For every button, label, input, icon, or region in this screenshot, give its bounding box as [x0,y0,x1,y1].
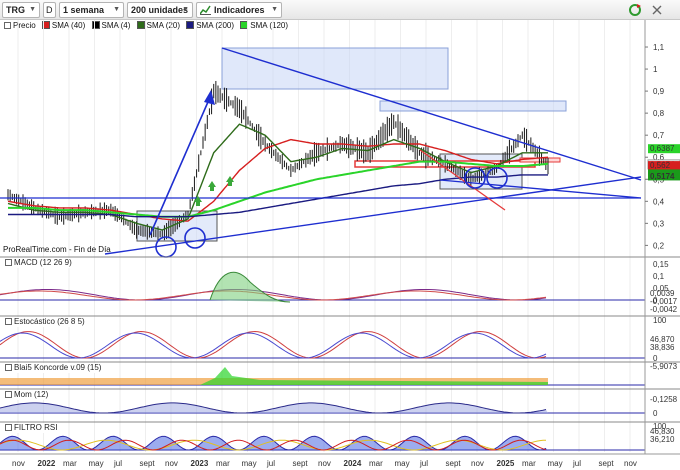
indicator-panels: 0,150,10,0500,0039-0,0017-0,0042100046,8… [0,256,680,451]
price-tick-label: 0,9 [653,87,665,96]
checkbox-icon[interactable] [5,318,12,325]
time-tick-label: sept [599,459,615,468]
macd-panel-title: MACD (12 26 9) [2,258,74,268]
price-tick-label: 0,2 [653,241,665,250]
chevron-down-icon: ▼ [113,6,120,13]
blai5-panel-title: Blai5 Koncorde v.09 (15) [2,363,104,373]
daily-button-label: D [46,5,53,15]
indicators-icon [200,5,211,15]
units-label: 200 unidades [131,5,189,15]
time-tick-label: 2023 [191,459,209,468]
koncorde-green [200,367,548,385]
time-tick-label: mar [63,459,77,468]
panel-tick-label: 0,1 [653,272,665,281]
time-tick-label: mar [522,459,536,468]
time-tick-label: jul [419,459,428,468]
panel-value-tag: -0,1258 [650,395,678,404]
rsi-panel-title: FILTRO RSI [2,423,60,433]
time-tick-label: 2025 [497,459,515,468]
units-select[interactable]: 200 unidades ▼ [127,2,193,18]
resistance-box [221,47,449,90]
symbol-select[interactable]: TRG ▼ [2,2,40,18]
macd-title: MACD (12 26 9) [14,258,72,267]
checkbox-icon[interactable] [5,364,12,371]
symbol-label: TRG [6,5,25,15]
time-tick-label: sept [446,459,462,468]
time-tick-label: may [395,459,410,468]
time-tick-label: may [242,459,257,468]
period-select[interactable]: 1 semana ▼ [59,2,124,18]
panel-value-tag: -0,0042 [650,305,678,314]
period-label: 1 semana [63,5,105,15]
mom-title: Mom (12) [14,390,49,399]
time-axis: nov 2022 mar may jul sept nov 2023 mar may jul sept… [0,453,680,468]
rsi-title: FILTRO RSI [14,423,58,432]
time-tick-label: sept [140,459,156,468]
time-tick-label: nov [318,459,331,468]
time-tick-label: sept [293,459,309,468]
time-tick-label: 2024 [344,459,362,468]
panel-tick-label: 100 [653,316,667,325]
time-tick-label: jul [266,459,275,468]
time-tick-label: may [548,459,563,468]
chevron-down-icon: ▼ [182,6,189,13]
up-arrow-icon [208,181,216,191]
indicators-label: Indicadores [214,5,265,15]
blai5-title: Blai5 Koncorde v.09 (15) [14,363,102,372]
mom-panel-title: Mom (12) [2,390,51,400]
time-tick-label: jul [113,459,122,468]
checkbox-icon[interactable] [5,391,12,398]
panel-tick-label: 0 [653,409,658,418]
price-tick-label: 0,8 [653,109,665,118]
indicators-button[interactable]: Indicadores ▼ [196,2,282,18]
chevron-down-icon: ▼ [29,6,36,13]
time-tick-label: may [89,459,104,468]
stoch-panel-title: Estocástico (26 8 5) [2,317,87,327]
time-tick-label: nov [12,459,25,468]
price-tick-label: 0,3 [653,219,665,228]
price-tick-label: 0,7 [653,131,665,140]
time-tick-label: mar [216,459,230,468]
time-tick-label: nov [165,459,178,468]
chevron-down-icon: ▼ [271,6,278,13]
toolbar: TRG ▼ D 1 semana ▼ 200 unidades ▼ Indica… [0,0,680,20]
panel-value-tag: 36,210 [650,435,675,444]
panel-tick-label: 0,15 [653,260,669,269]
price-tag: 0,562 [650,161,671,170]
time-tick-label: nov [471,459,484,468]
price-tick-label: 0,4 [653,197,665,206]
price-tick-label: 1,1 [653,43,665,52]
panel-value-tag: 38,836 [650,343,675,352]
panel-value-tag: -5,9073 [650,362,678,371]
time-tick-label: 2022 [38,459,56,468]
price-tick-label: 1 [653,65,658,74]
time-tick-label: nov [624,459,637,468]
price-tag: 0,5174 [650,172,675,181]
daily-button[interactable]: D [43,2,56,18]
refresh-icon[interactable] [628,3,642,17]
time-tick-label: mar [369,459,383,468]
price-tag: 0,6387 [650,144,675,153]
checkbox-icon[interactable] [5,259,12,266]
close-icon[interactable] [650,3,664,17]
checkbox-icon[interactable] [5,424,12,431]
watermark: ProRealTime.com - Fin de Día [3,245,111,254]
time-tick-label: jul [572,459,581,468]
stoch-title: Estocástico (26 8 5) [14,317,85,326]
